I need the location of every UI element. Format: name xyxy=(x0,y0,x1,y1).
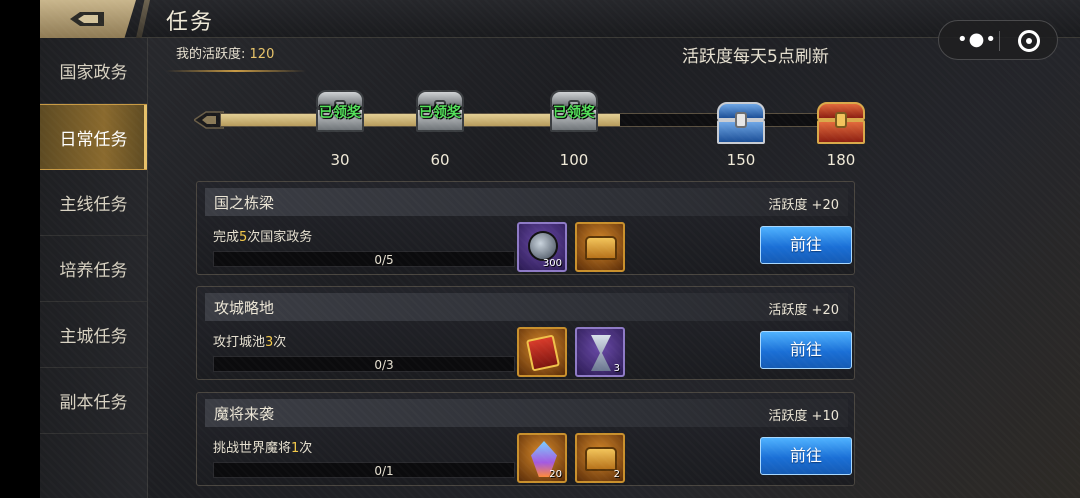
milestone-chest-30[interactable]: 已领奖 xyxy=(312,84,368,136)
milestone-value: 150 xyxy=(726,151,756,169)
milestone-value: 30 xyxy=(330,151,350,169)
sidebar-item-city-tasks[interactable]: 主城任务 xyxy=(40,302,147,368)
sidebar: 国家政务 日常任务 主线任务 培养任务 主城任务 副本任务 xyxy=(40,38,148,498)
task-points: 活跃度 +20 xyxy=(768,303,839,318)
task-points: 活跃度 +10 xyxy=(768,409,839,424)
emblem-icon xyxy=(528,231,558,261)
reward-quantity: 20 xyxy=(549,469,562,480)
task-description: 攻打城池3次 xyxy=(213,331,286,350)
sidebar-item-dungeon-tasks[interactable]: 副本任务 xyxy=(40,368,147,434)
back-button[interactable] xyxy=(40,0,136,38)
reward-item[interactable]: 20 xyxy=(517,433,567,483)
sidebar-item-daily-tasks[interactable]: 日常任务 xyxy=(40,104,147,170)
sidebar-item-main-tasks[interactable]: 主线任务 xyxy=(40,170,147,236)
task-desc-suffix: 次国家政务 xyxy=(247,230,313,245)
task-description: 挑战世界魔将1次 xyxy=(213,437,312,456)
task-count: 0/1 xyxy=(374,464,394,478)
task-header: 魔将来袭 活跃度 +10 xyxy=(205,399,848,427)
claimed-tag: 已领奖 xyxy=(553,105,595,121)
task-progress-bar: 0/1 xyxy=(213,462,515,478)
game-screen: 任务 国家政务 日常任务 主线任务 培养任务 主城任务 副本任务 我的活跃度: … xyxy=(40,0,1080,498)
activity-label-text: 我的活跃度: xyxy=(176,47,246,62)
task-progress-bar: 0/3 xyxy=(213,356,515,372)
reward-item[interactable]: 300 xyxy=(517,222,567,272)
task-desc-prefix: 攻打城池 xyxy=(213,335,266,350)
milestone-value: 180 xyxy=(826,151,856,169)
milestone-chest-150[interactable] xyxy=(713,96,769,148)
task-points: 活跃度 +20 xyxy=(768,198,839,213)
claimed-tag: 已领奖 xyxy=(319,105,361,121)
reward-quantity: 300 xyxy=(542,258,562,269)
sidebar-item-training-tasks[interactable]: 培养任务 xyxy=(40,236,147,302)
task-card: 魔将来袭 活跃度 +10 挑战世界魔将1次 0/1 20 2 前往 xyxy=(196,392,855,486)
task-card: 攻城略地 活跃度 +20 攻打城池3次 0/3 3 前往 xyxy=(196,286,855,380)
top-bar: 任务 xyxy=(40,0,1080,38)
title-separator xyxy=(136,0,150,38)
milestone-chest-60[interactable]: 已领奖 xyxy=(412,84,468,136)
go-button[interactable]: 前往 xyxy=(760,331,852,369)
hourglass-icon xyxy=(591,335,611,371)
close-target-icon[interactable] xyxy=(1018,30,1040,52)
task-progress-bar: 0/5 xyxy=(213,251,515,267)
task-desc-prefix: 完成 xyxy=(213,230,240,245)
sidebar-item-label: 培养任务 xyxy=(59,261,128,281)
reward-item[interactable]: 2 xyxy=(575,433,625,483)
back-arrow-icon xyxy=(70,12,104,26)
task-desc-suffix: 次 xyxy=(299,441,313,456)
activity-underline xyxy=(166,70,306,72)
go-button[interactable]: 前往 xyxy=(760,226,852,264)
task-card: 国之栋梁 活跃度 +20 完成5次国家政务 0/5 300 前往 xyxy=(196,181,855,275)
treasure-chest-icon xyxy=(585,447,617,471)
mini-program-capsule: •●• xyxy=(938,20,1058,60)
sidebar-item-label: 主线任务 xyxy=(59,195,128,215)
claimed-tag: 已领奖 xyxy=(419,105,461,121)
go-button[interactable]: 前往 xyxy=(760,437,852,475)
milestone-value: 100 xyxy=(559,151,589,169)
reward-item[interactable] xyxy=(517,327,567,377)
task-desc-prefix: 挑战世界魔将 xyxy=(213,441,292,456)
task-title: 魔将来袭 xyxy=(214,405,275,423)
scroll-icon xyxy=(525,334,561,372)
page-title: 任务 xyxy=(166,10,215,35)
treasure-chest-icon xyxy=(585,236,617,260)
sidebar-item-state-affairs[interactable]: 国家政务 xyxy=(40,38,147,104)
sidebar-item-label: 主城任务 xyxy=(59,327,128,347)
sidebar-item-label: 副本任务 xyxy=(59,393,128,413)
task-description: 完成5次国家政务 xyxy=(213,226,312,245)
milestone-value: 60 xyxy=(430,151,450,169)
refresh-note: 活跃度每天5点刷新 xyxy=(682,47,829,67)
reward-quantity: 3 xyxy=(613,363,620,374)
reward-item[interactable] xyxy=(575,222,625,272)
milestone-chest-100[interactable]: 已领奖 xyxy=(546,84,602,136)
activity-value: 120 xyxy=(249,47,275,62)
more-icon[interactable]: •●• xyxy=(957,31,996,49)
milestone-chest-180[interactable] xyxy=(813,96,869,148)
activity-label: 我的活跃度: 120 xyxy=(176,43,274,62)
reward-quantity: 2 xyxy=(613,469,620,480)
capsule-divider xyxy=(999,31,1000,51)
task-title: 攻城略地 xyxy=(214,299,275,317)
task-header: 攻城略地 活跃度 +20 xyxy=(205,293,848,321)
task-count: 0/5 xyxy=(374,253,394,267)
task-count: 0/3 xyxy=(374,358,394,372)
task-desc-suffix: 次 xyxy=(273,335,287,350)
sidebar-item-label: 日常任务 xyxy=(59,129,128,150)
reward-item[interactable]: 3 xyxy=(575,327,625,377)
task-title: 国之栋梁 xyxy=(214,194,275,212)
task-header: 国之栋梁 活跃度 +20 xyxy=(205,188,848,216)
sidebar-item-label: 国家政务 xyxy=(59,63,128,83)
